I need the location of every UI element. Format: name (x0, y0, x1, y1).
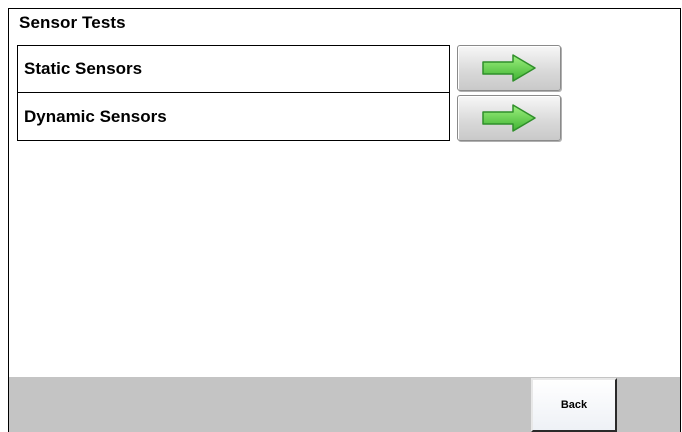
page-title: Sensor Tests (19, 13, 126, 32)
menu-row-dynamic-sensors: Dynamic Sensors (17, 93, 564, 141)
back-button[interactable]: Back (531, 378, 617, 432)
menu-item-static-sensors-label[interactable]: Static Sensors (17, 45, 450, 93)
sensor-tests-screen: Sensor Tests Static Sensors Dynamic Sens… (8, 8, 681, 432)
dynamic-sensors-go-button[interactable] (457, 95, 561, 141)
arrow-right-icon (482, 104, 536, 132)
footer-bar: Back (9, 377, 680, 432)
menu-item-dynamic-sensors-label[interactable]: Dynamic Sensors (17, 93, 450, 141)
arrow-right-icon (482, 54, 536, 82)
static-sensors-go-button[interactable] (457, 45, 561, 91)
menu-row-static-sensors: Static Sensors (17, 45, 564, 93)
